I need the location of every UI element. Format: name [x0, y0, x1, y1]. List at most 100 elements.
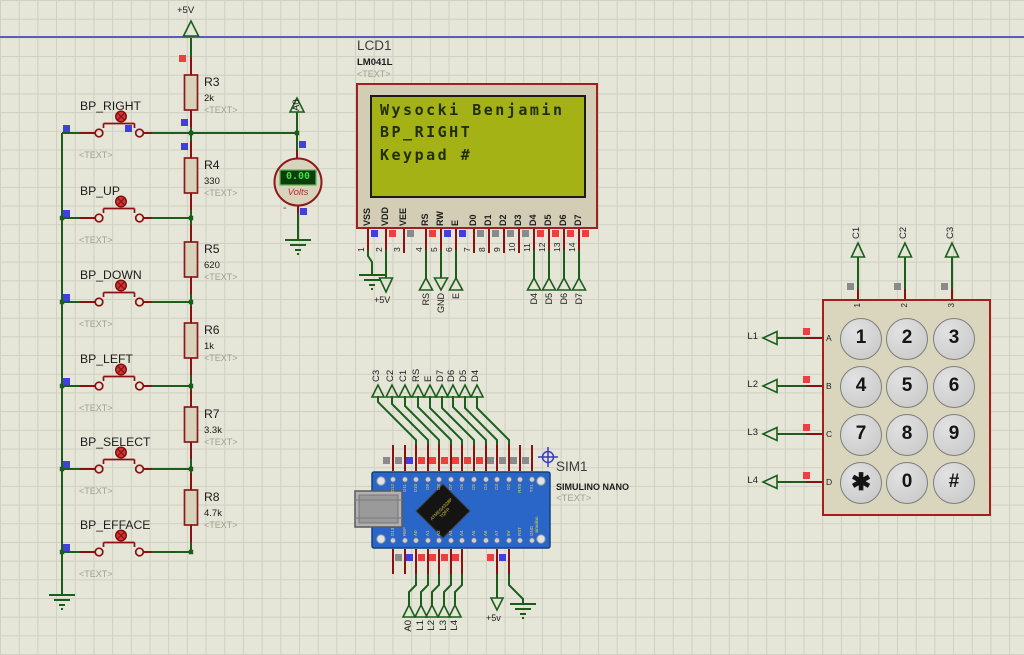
pin-indicator	[406, 457, 413, 464]
lcd-rs-terminal-icon[interactable]	[418, 276, 434, 291]
keypad-key-6[interactable]: 6	[933, 366, 975, 408]
push-button-bp_up[interactable]	[134, 213, 145, 223]
lcd-terminal-label: GND	[436, 293, 446, 313]
nano-top-terminal-icon[interactable]	[469, 383, 485, 398]
nano-5v-terminal-icon[interactable]	[489, 597, 505, 612]
lcd-pin-name: RS	[420, 213, 430, 226]
lcd-pin-number: 3	[392, 247, 402, 252]
nano-top-terminal-icon[interactable]	[410, 383, 426, 398]
keypad-key-7[interactable]: 7	[840, 414, 882, 456]
lcd-pin-name: VEE	[398, 207, 408, 226]
nano-pin-label: D12	[390, 484, 395, 493]
nano-top-terminal-icon[interactable]	[370, 383, 386, 398]
button-label: BP_UP	[80, 184, 120, 198]
resistor-r6[interactable]	[183, 322, 199, 359]
push-button-bp_down[interactable]	[94, 297, 104, 307]
resistor-r7[interactable]	[183, 406, 199, 443]
lcd-ref[interactable]: LCD1	[357, 39, 392, 53]
nano-pin-hole	[517, 537, 524, 544]
lcd-e-terminal-icon[interactable]	[448, 276, 464, 291]
keypad-col-number: 1	[853, 303, 862, 308]
nano-pin-hole	[470, 537, 477, 544]
nano-bottom-terminal-icon[interactable]	[447, 603, 463, 618]
resistor-ref: R5	[204, 242, 220, 256]
nano-pin-label: A1	[425, 530, 430, 536]
nano-bottom-terminal-icon[interactable]	[424, 603, 440, 618]
keypad-col-terminal-icon[interactable]	[897, 241, 913, 258]
nano-top-terminal-icon[interactable]	[397, 383, 413, 398]
push-button-bp_left[interactable]	[102, 375, 136, 382]
nano-pin-hole	[435, 537, 442, 544]
keypad-key-0[interactable]: 0	[886, 462, 928, 504]
keypad-key-hash[interactable]: #	[933, 462, 975, 504]
keypad-key-8[interactable]: 8	[886, 414, 928, 456]
crosshair-marker-icon	[538, 447, 558, 467]
keypad-row-terminal-icon[interactable]	[761, 330, 778, 346]
nano-top-terminal-label: D4	[470, 369, 481, 382]
schematic-canvas[interactable]: +5V A0 LCD1 LM041L <TEXT> +5V 0.00 Volts…	[0, 0, 1024, 655]
nano-part: SIMULINO NANO	[556, 482, 629, 492]
push-button-bp_down[interactable]	[134, 297, 145, 307]
pin-indicator	[522, 230, 529, 237]
lcd-d5-terminal-icon[interactable]	[541, 276, 557, 291]
keypad-key-3[interactable]: 3	[933, 318, 975, 360]
push-button-bp_left[interactable]	[94, 381, 104, 391]
power-terminal-icon[interactable]	[182, 19, 200, 37]
resistor-r4[interactable]	[183, 157, 199, 194]
nano-ref[interactable]: SIM1	[556, 460, 588, 474]
lcd-pin-name: D5	[543, 214, 553, 226]
keypad-key-5[interactable]: 5	[886, 366, 928, 408]
push-button-bp_right[interactable]	[134, 128, 145, 138]
nano-bottom-terminal-label: A0	[403, 620, 414, 632]
nano-bottom-terminal-icon[interactable]	[436, 603, 452, 618]
lcd-pin-name: D6	[558, 214, 568, 226]
lcd-terminal-label: D6	[559, 293, 569, 305]
resistor-r3[interactable]	[183, 74, 199, 111]
push-button-bp_select[interactable]	[134, 464, 145, 474]
keypad-row-terminal-icon[interactable]	[761, 474, 778, 490]
pin-indicator	[300, 208, 307, 215]
nano-top-terminal-icon[interactable]	[434, 383, 450, 398]
keypad-key-1[interactable]: 1	[840, 318, 882, 360]
nano-top-terminal-icon[interactable]	[445, 383, 461, 398]
keypad-key-9[interactable]: 9	[933, 414, 975, 456]
nano-pin-hole	[458, 537, 465, 544]
push-button-bp_up[interactable]	[94, 213, 104, 223]
resistor-r5[interactable]	[183, 241, 199, 278]
lcd-5v-terminal-icon[interactable]	[378, 277, 394, 294]
push-button-bp_efface[interactable]	[102, 541, 136, 548]
keypad-row-terminal-icon[interactable]	[761, 378, 778, 394]
usb-connector	[358, 494, 399, 524]
push-button-bp_select[interactable]	[102, 458, 136, 465]
push-button-bp_down[interactable]	[102, 291, 136, 298]
push-button-bp_up[interactable]	[102, 207, 136, 214]
lcd-d7-terminal-icon[interactable]	[571, 276, 587, 291]
nano-bottom-terminal-icon[interactable]	[413, 603, 429, 618]
keypad-row-terminal-icon[interactable]	[761, 426, 778, 442]
lcd-pin-name: D1	[483, 214, 493, 226]
nano-bottom-terminal-icon[interactable]	[401, 603, 417, 618]
pin-indicator	[63, 544, 70, 551]
lcd-d4-terminal-icon[interactable]	[526, 276, 542, 291]
nano-pin-hole	[401, 476, 408, 483]
push-button-bp_efface[interactable]	[134, 547, 145, 557]
lcd-gnd-terminal-icon[interactable]	[433, 277, 449, 292]
keypad-key-star[interactable]: ✱	[840, 462, 882, 504]
push-button-bp_right[interactable]	[94, 128, 104, 138]
keypad-key-4[interactable]: 4	[840, 366, 882, 408]
nano-top-terminal-icon[interactable]	[384, 383, 400, 398]
nano-pin-label: GND	[529, 526, 534, 536]
push-button-bp_efface[interactable]	[94, 547, 104, 557]
lcd-pin-name: RW	[435, 211, 445, 226]
keypad-col-terminal-icon[interactable]	[944, 241, 960, 258]
nano-pin-label: D13	[390, 527, 395, 536]
push-button-bp_left[interactable]	[134, 381, 145, 391]
nano-top-terminal-icon[interactable]	[457, 383, 473, 398]
keypad-key-2[interactable]: 2	[886, 318, 928, 360]
keypad-row-label: D	[826, 477, 833, 487]
nano-top-terminal-icon[interactable]	[422, 383, 438, 398]
resistor-r8[interactable]	[183, 489, 199, 526]
lcd-d6-terminal-icon[interactable]	[556, 276, 572, 291]
push-button-bp_select[interactable]	[94, 464, 104, 474]
keypad-col-terminal-icon[interactable]	[850, 241, 866, 258]
